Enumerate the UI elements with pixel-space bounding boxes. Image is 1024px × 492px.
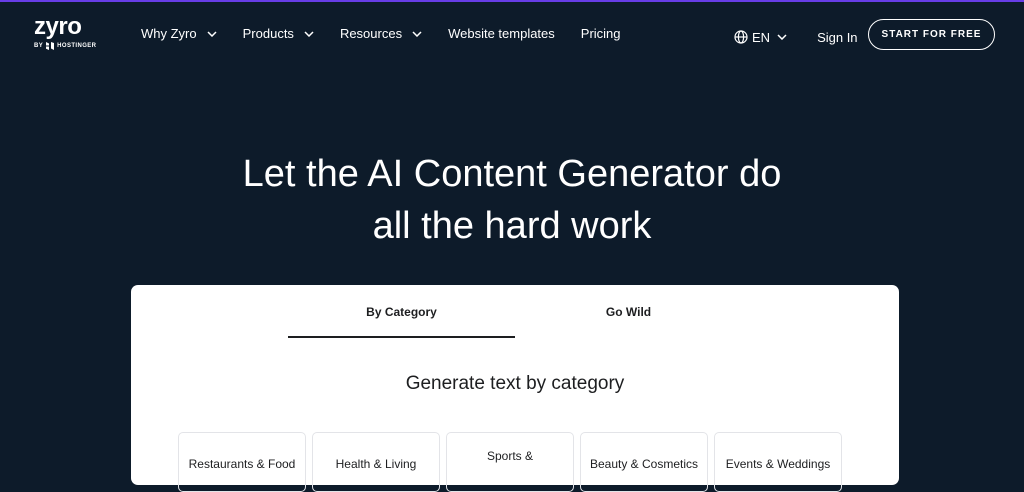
category-list: Restaurants & Food Health & Living Sport… (178, 432, 848, 492)
sign-in-link[interactable]: Sign In (817, 30, 857, 45)
language-selector[interactable]: EN (734, 30, 787, 45)
chevron-down-icon (412, 30, 422, 37)
chevron-down-icon (304, 30, 314, 37)
logo-wordmark: zyro (34, 13, 82, 40)
category-restaurants-food[interactable]: Restaurants & Food (178, 432, 306, 492)
generator-tabs: By Category Go Wild (288, 285, 742, 338)
site-header: zyro BY HOSTINGER Why Zyro Products Reso… (0, 2, 1024, 70)
chevron-down-icon (777, 34, 787, 40)
hero-title-line1: Let the AI Content Generator do (242, 153, 782, 195)
category-events-weddings[interactable]: Events & Weddings (714, 432, 842, 492)
language-code: EN (752, 29, 771, 45)
generator-card: By Category Go Wild Generate text by cat… (131, 285, 899, 492)
hero-title-line2: all the hard work (372, 205, 652, 247)
logo-byline: BY HOSTINGER (34, 42, 97, 50)
header-actions: EN Sign In (734, 20, 858, 54)
category-sports[interactable]: Sports & (446, 432, 574, 492)
hero-title: Let the AI Content Generator do all the … (0, 148, 1024, 252)
main-nav: Why Zyro Products Resources Website temp… (141, 26, 647, 41)
zyro-logo[interactable]: zyro BY HOSTINGER (34, 13, 98, 56)
category-beauty-cosmetics[interactable]: Beauty & Cosmetics (580, 432, 708, 492)
section-heading: Generate text by category (405, 373, 625, 394)
nav-pricing[interactable]: Pricing (581, 26, 621, 41)
nav-resources[interactable]: Resources (340, 26, 422, 41)
nav-website-templates[interactable]: Website templates (448, 26, 555, 41)
category-health-living[interactable]: Health & Living (312, 432, 440, 492)
tab-by-category[interactable]: By Category (288, 285, 515, 338)
start-for-free-button[interactable]: START FOR FREE (868, 19, 995, 50)
hostinger-icon (46, 42, 55, 50)
globe-icon (734, 30, 748, 44)
nav-why-zyro[interactable]: Why Zyro (141, 26, 217, 41)
tab-go-wild[interactable]: Go Wild (515, 285, 742, 338)
nav-products[interactable]: Products (243, 26, 314, 41)
chevron-down-icon (207, 30, 217, 37)
